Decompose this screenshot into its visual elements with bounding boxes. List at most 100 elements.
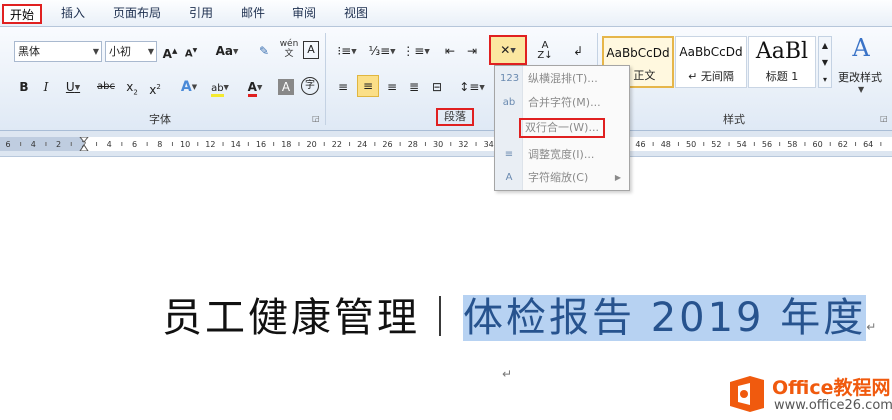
style-sample: AaBbCcDd — [606, 46, 670, 60]
ruler-label: 14 — [231, 140, 241, 149]
document-title[interactable]: 员工健康管理｜体检报告 2019 年度↵ — [162, 285, 879, 343]
asian-layout-icon: ✕ — [500, 43, 511, 57]
ribbon-tab-bar: 开始 插入 页面布局 引用 邮件 审阅 视图 — [0, 0, 892, 27]
menu-item-combine-chars[interactable]: ab 合并字符(M)... — [495, 92, 629, 114]
ruler-label: 22 — [332, 140, 342, 149]
ruler-label: 56 — [762, 140, 772, 149]
menu-item-combine-vertical[interactable]: 123 纵横混排(T)... — [495, 68, 629, 90]
ruler-label: 32 — [458, 140, 468, 149]
align-right-icon[interactable]: ≡ — [382, 77, 402, 97]
ruler-label: 6 — [5, 140, 10, 149]
tab-review[interactable]: 审阅 — [292, 4, 316, 24]
justify-icon[interactable]: ≣ — [404, 77, 424, 97]
enclose-char-icon[interactable]: 字 — [301, 77, 319, 95]
italic-icon[interactable]: I — [36, 77, 56, 97]
ruler-label: 62 — [838, 140, 848, 149]
ruler-label: 48 — [661, 140, 671, 149]
ruler-label: 52 — [711, 140, 721, 149]
watermark-url: www.office26.com — [774, 398, 892, 413]
show-marks-icon[interactable]: ↲ — [568, 41, 588, 61]
menu-item-label: 纵横混排(T)... — [528, 72, 598, 85]
style-sample: AaBbCcDd — [679, 45, 743, 59]
chevron-down-icon[interactable]: ▼ — [93, 42, 99, 61]
grow-font-icon[interactable]: A▲ — [160, 41, 180, 61]
style-sample: AaBl — [755, 39, 809, 64]
distributed-icon[interactable]: ⊟ — [427, 77, 447, 97]
menu-item-label: 字符缩放(C) — [528, 171, 589, 184]
ruler-label: 64 — [863, 140, 873, 149]
align-center-icon[interactable]: ≡ — [357, 75, 379, 97]
numbering-icon[interactable]: ⅓≡▼ — [368, 41, 396, 61]
change-styles-icon[interactable]: A — [846, 33, 876, 63]
style-no-spacing[interactable]: AaBbCcDd ↵ 无间隔 — [675, 36, 747, 88]
bullets-icon[interactable]: ⁝≡▼ — [333, 41, 361, 61]
ruler-label: 24 — [357, 140, 367, 149]
tab-mailings[interactable]: 邮件 — [241, 4, 265, 24]
increase-indent-icon[interactable]: ⇥ — [462, 41, 482, 61]
font-name-combo[interactable]: 黑体 ▼ — [14, 41, 102, 62]
ruler-label: 4 — [107, 140, 112, 149]
tab-page-layout[interactable]: 页面布局 — [113, 4, 161, 24]
fit-text-icon: ≡ — [504, 149, 514, 160]
chevron-down-icon[interactable]: ▼ — [148, 42, 154, 61]
font-color-icon[interactable]: A▼ — [242, 77, 268, 97]
styles-dialog-launcher-icon[interactable]: ◲ — [880, 114, 888, 123]
menu-item-char-scaling[interactable]: A 字符缩放(C) ▶ — [495, 167, 629, 189]
watermark: Office教程网 www.office26.com — [722, 369, 892, 419]
superscript-icon[interactable]: x2 — [145, 77, 165, 97]
ruler-label: 18 — [281, 140, 291, 149]
watermark-name: Office教程网 — [772, 377, 891, 399]
highlight-icon[interactable]: ab▼ — [206, 77, 234, 97]
tab-references[interactable]: 引用 — [189, 4, 213, 24]
office-logo-icon — [730, 376, 764, 412]
font-dialog-launcher-icon[interactable]: ◲ — [312, 114, 320, 123]
font-name-value: 黑体 — [18, 45, 40, 58]
ruler-label: 12 — [205, 140, 215, 149]
chevron-down-icon[interactable]: ▼ — [858, 85, 864, 94]
align-left-icon[interactable]: ≡ — [333, 77, 353, 97]
ruler-label: 30 — [433, 140, 443, 149]
ruler-label: 26 — [382, 140, 392, 149]
ruler-label: 58 — [787, 140, 797, 149]
paragraph-mark: ↵ — [866, 320, 880, 334]
phonetic-guide-icon[interactable]: wén 文 — [279, 39, 299, 59]
ruler-label: 4 — [31, 140, 36, 149]
underline-icon[interactable]: U▼ — [60, 77, 86, 97]
multilevel-list-icon[interactable]: ⋮≡▼ — [402, 41, 430, 61]
char-border-icon[interactable]: A — [303, 41, 319, 59]
menu-item-label: 合并字符(M)... — [528, 96, 601, 109]
ribbon: 黑体 ▼ 小初 ▼ A▲ A▼ Aa▼ ✎ wén 文 A B I U▼ abc … — [0, 27, 892, 131]
menu-item-two-lines-in-one[interactable]: 双行合一(W)... — [495, 118, 629, 140]
horizontal-ruler[interactable]: 6422468101214161820222426283032343638404… — [0, 131, 892, 157]
clear-format-icon[interactable]: ✎ — [254, 41, 274, 61]
group-separator — [325, 33, 326, 125]
menu-item-label: 调整宽度(I)... — [528, 148, 595, 161]
ruler-label: 8 — [157, 140, 162, 149]
style-heading-1[interactable]: AaBl 标题 1 — [748, 36, 816, 88]
bold-icon[interactable]: B — [14, 77, 34, 97]
tab-home[interactable]: 开始 — [2, 4, 42, 24]
ruler-label: 50 — [686, 140, 696, 149]
ruler-label: 2 — [56, 140, 61, 149]
asian-layout-button[interactable]: ✕▼ — [489, 35, 527, 65]
font-size-combo[interactable]: 小初 ▼ — [105, 41, 157, 62]
ruler-label: 20 — [307, 140, 317, 149]
text-effect-icon[interactable]: A▼ — [176, 77, 202, 97]
subscript-icon[interactable]: x2 — [122, 77, 142, 97]
ruler-label: 60 — [813, 140, 823, 149]
line-spacing-icon[interactable]: ↕≡▼ — [458, 77, 486, 97]
styles-group-label: 样式 — [723, 113, 745, 126]
char-shading-icon[interactable]: A — [278, 79, 294, 95]
menu-item-fit-text[interactable]: ≡ 调整宽度(I)... — [495, 144, 629, 166]
shrink-font-icon[interactable]: A▼ — [181, 41, 201, 61]
strikethrough-icon[interactable]: abc — [95, 77, 117, 97]
tab-insert[interactable]: 插入 — [61, 4, 85, 24]
font-group-label: 字体 — [149, 113, 171, 126]
sort-icon[interactable]: A Z↓ — [535, 41, 555, 61]
submenu-arrow-icon: ▶ — [614, 173, 621, 182]
decrease-indent-icon[interactable]: ⇤ — [440, 41, 460, 61]
tab-view[interactable]: 视图 — [344, 4, 368, 24]
styles-scroll-icon[interactable]: ▲ ▼ ▾ — [818, 36, 832, 88]
change-case-icon[interactable]: Aa▼ — [214, 41, 240, 61]
change-styles-label[interactable]: 更改样式 — [838, 69, 882, 85]
